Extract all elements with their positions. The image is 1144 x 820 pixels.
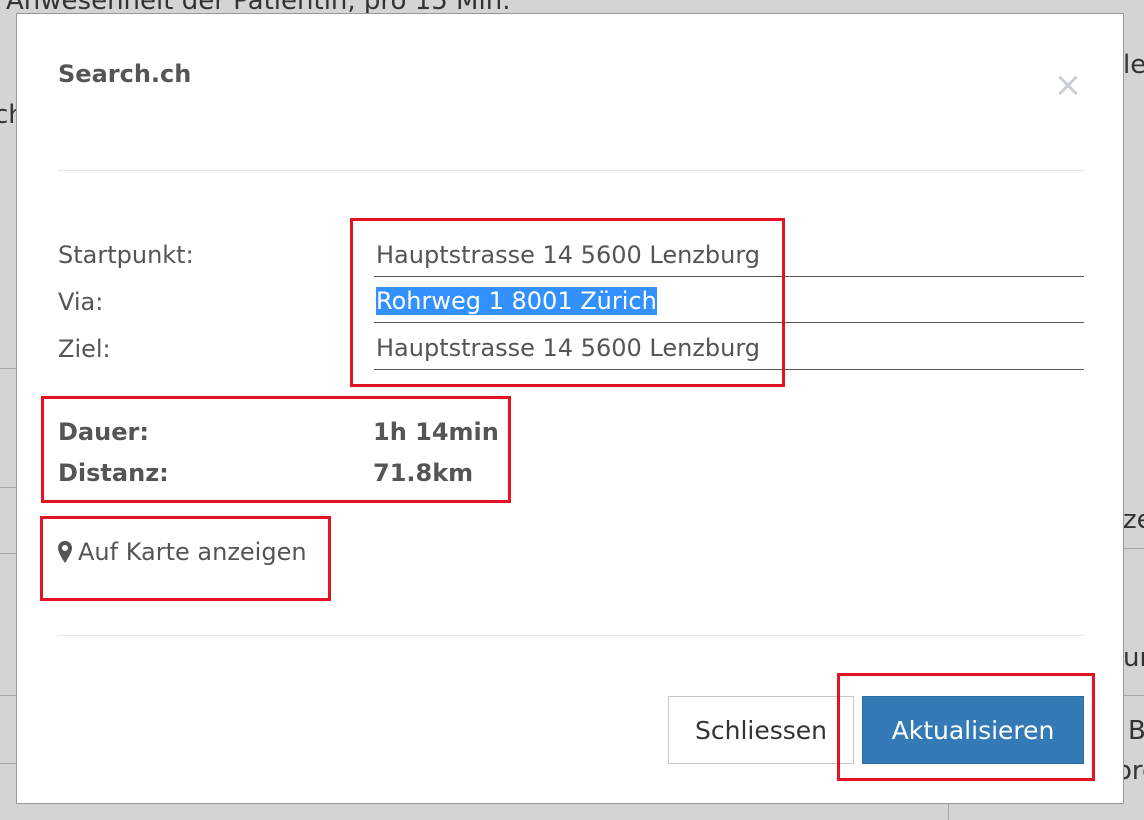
distance-value: 71.8km (373, 459, 474, 487)
background-text-right: ur (1123, 643, 1144, 673)
via-label: Via: (58, 288, 104, 316)
distance-label: Distanz: (58, 459, 169, 487)
show-on-map-link[interactable]: Auf Karte anzeigen (58, 538, 307, 566)
start-label: Startpunkt: (58, 241, 194, 269)
background-divider (0, 368, 16, 369)
background-text-right: B (1128, 716, 1144, 746)
dialog-title: Search.ch (58, 60, 192, 88)
background-divider (1124, 695, 1144, 696)
destination-field[interactable]: Hauptstrasse 14 5600 Lenzburg (374, 326, 1084, 370)
update-button[interactable]: Aktualisieren (862, 696, 1084, 764)
duration-label: Dauer: (58, 418, 149, 446)
via-field-selected-text: Rohrweg 1 8001 Zürich (376, 287, 657, 315)
duration-value: 1h 14min (373, 418, 499, 446)
background-divider (0, 763, 16, 764)
background-text-right: ze (1123, 505, 1144, 535)
search-ch-dialog: Search.ch × Startpunkt: Hauptstrasse 14 … (16, 13, 1124, 804)
footer-divider (58, 635, 1084, 636)
background-divider (948, 804, 949, 820)
background-divider (0, 695, 16, 696)
via-field[interactable]: Rohrweg 1 8001 Zürich (374, 279, 1084, 323)
show-on-map-label: Auf Karte anzeigen (78, 538, 307, 566)
background-divider (1124, 548, 1144, 549)
destination-label: Ziel: (58, 335, 111, 363)
background-divider (0, 487, 16, 488)
background-text-right: le (1123, 50, 1144, 80)
background-divider (0, 553, 16, 554)
close-icon[interactable]: × (1049, 66, 1087, 104)
close-button[interactable]: Schliessen (668, 696, 854, 764)
header-divider (58, 170, 1084, 171)
map-marker-icon (58, 541, 72, 563)
start-field[interactable]: Hauptstrasse 14 5600 Lenzburg (374, 233, 1084, 277)
